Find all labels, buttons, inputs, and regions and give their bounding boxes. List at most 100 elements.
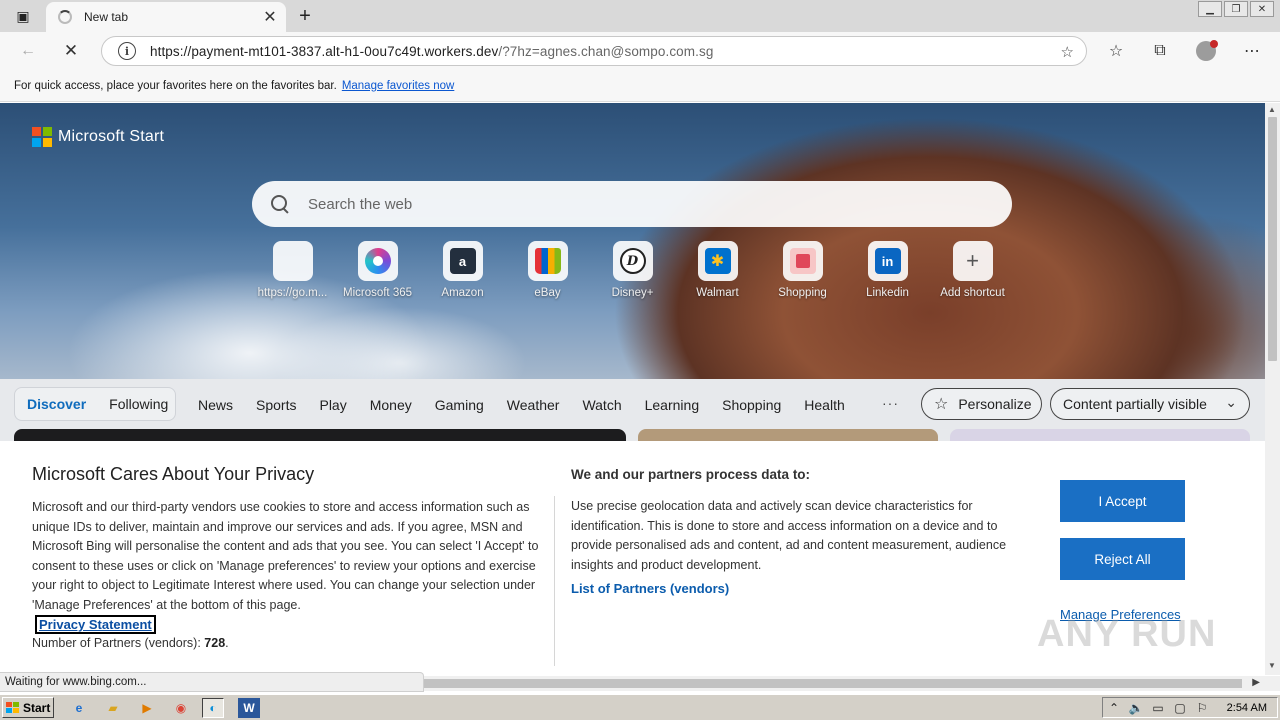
tab-actions-icon[interactable]: ▣ xyxy=(10,4,36,28)
restore-button[interactable]: ❐ xyxy=(1224,1,1248,17)
shortcut-add[interactable]: + Add shortcut xyxy=(930,241,1015,299)
shortcut-disney[interactable]: D Disney+ xyxy=(590,241,675,299)
scroll-thumb[interactable] xyxy=(1268,117,1277,361)
category-health[interactable]: Health xyxy=(804,397,844,413)
edge-icon[interactable]: ◐ xyxy=(202,698,224,718)
tab-title: New tab xyxy=(84,10,129,24)
back-arrow-icon[interactable]: ← xyxy=(14,38,42,64)
file-explorer-icon[interactable]: ▰ xyxy=(102,698,124,718)
privacy-statement-link[interactable]: Privacy Statement xyxy=(34,614,157,635)
favorites-prompt: For quick access, place your favorites h… xyxy=(14,79,337,92)
microsoft-icon xyxy=(272,241,313,281)
linkedin-icon: in xyxy=(867,241,908,281)
collections-icon[interactable]: ⧉ xyxy=(1146,38,1174,64)
brand-name: Microsoft Start xyxy=(58,128,165,145)
shortcut-go-microsoft[interactable]: https://go.m... xyxy=(250,241,335,299)
search-placeholder: Search the web xyxy=(308,195,413,213)
display-icon[interactable]: ▢ xyxy=(1169,701,1191,715)
windows-flag-icon xyxy=(6,701,20,714)
scroll-up-icon[interactable]: ▲ xyxy=(1268,105,1276,114)
new-tab-button[interactable]: + xyxy=(292,4,318,28)
internet-explorer-icon[interactable]: e xyxy=(68,698,90,718)
clock[interactable]: 2:54 AM xyxy=(1227,702,1267,714)
more-categories-icon[interactable]: ··· xyxy=(882,395,899,411)
search-icon xyxy=(270,194,290,214)
tray-expand-icon[interactable]: ⌃ xyxy=(1103,701,1125,715)
chevron-down-icon: ⌄ xyxy=(1225,394,1237,410)
category-gaming[interactable]: Gaming xyxy=(435,397,484,413)
stop-loading-icon[interactable]: ✕ xyxy=(57,38,85,64)
horizontal-scroll-thumb[interactable] xyxy=(424,679,1242,688)
minimize-button[interactable]: ▁ xyxy=(1198,1,1222,17)
tab-new-tab[interactable]: New tab ✕ xyxy=(46,2,286,32)
profile-avatar[interactable] xyxy=(1196,40,1218,61)
url-text[interactable]: https://payment-mt101-3837.alt-h1-0ou7c4… xyxy=(150,44,713,59)
close-window-button[interactable]: ✕ xyxy=(1250,1,1274,17)
microsoft-start-logo[interactable]: Microsoft Start xyxy=(32,127,164,147)
category-bar: Discover Following News Sports Play Mone… xyxy=(0,379,1265,429)
process-body: Use precise geolocation data and activel… xyxy=(571,499,1007,572)
network-icon[interactable]: ▭ xyxy=(1147,701,1169,715)
navigation-bar: ← ✕ i https://payment-mt101-3837.alt-h1-… xyxy=(0,32,1280,70)
manage-favorites-link[interactable]: Manage favorites now xyxy=(342,80,455,92)
shortcut-shopping[interactable]: Shopping xyxy=(760,241,845,299)
add-favorite-icon[interactable]: ☆ xyxy=(1061,43,1074,61)
horizontal-scrollbar[interactable]: ▶ xyxy=(424,676,1280,691)
volume-icon[interactable]: 🔈 xyxy=(1125,701,1147,715)
privacy-body: Microsoft and our third-party vendors us… xyxy=(32,500,539,612)
address-bar[interactable]: i https://payment-mt101-3837.alt-h1-0ou7… xyxy=(101,36,1087,66)
category-shopping[interactable]: Shopping xyxy=(722,397,781,413)
category-watch[interactable]: Watch xyxy=(582,397,621,413)
privacy-consent-dialog: Microsoft Cares About Your Privacy Micro… xyxy=(0,441,1265,675)
category-news[interactable]: News xyxy=(198,397,233,413)
category-sports[interactable]: Sports xyxy=(256,397,296,413)
dialog-divider xyxy=(554,496,555,666)
loading-spinner-icon xyxy=(58,10,72,24)
action-center-flag-icon[interactable]: ⚐ xyxy=(1191,701,1213,715)
scroll-down-icon[interactable]: ▼ xyxy=(1268,661,1276,670)
title-bar: ▣ New tab ✕ + ▁ ❐ ✕ xyxy=(0,0,1280,32)
disney-icon: D xyxy=(612,241,653,281)
anyrun-watermark: ANY RUN xyxy=(1037,613,1217,655)
chrome-icon[interactable]: ◉ xyxy=(170,698,192,718)
word-icon[interactable]: W xyxy=(238,698,260,718)
tab-discover[interactable]: Discover xyxy=(27,396,86,412)
personalize-button[interactable]: ☆ Personalize xyxy=(921,388,1042,420)
category-learning[interactable]: Learning xyxy=(645,397,700,413)
shortcut-amazon[interactable]: a Amazon xyxy=(420,241,505,299)
microsoft-logo-icon xyxy=(32,127,52,147)
more-menu-icon[interactable]: ⋯ xyxy=(1238,38,1266,64)
vendors-list-link[interactable]: List of Partners (vendors) xyxy=(571,581,729,596)
vertical-scrollbar[interactable]: ▲ ▼ xyxy=(1265,103,1280,675)
category-money[interactable]: Money xyxy=(370,397,412,413)
process-heading: We and our partners process data to: xyxy=(571,467,811,482)
tab-following[interactable]: Following xyxy=(109,396,168,412)
shortcut-tiles: https://go.m... Microsoft 365 a Amazon e… xyxy=(250,241,1015,299)
start-button[interactable]: Start xyxy=(2,697,54,718)
category-weather[interactable]: Weather xyxy=(507,397,560,413)
system-tray: ⌃ 🔈 ▭ ▢ ⚐ 2:54 AM xyxy=(1102,697,1278,718)
shortcut-microsoft-365[interactable]: Microsoft 365 xyxy=(335,241,420,299)
site-info-icon[interactable]: i xyxy=(118,42,136,60)
close-tab-icon[interactable]: ✕ xyxy=(260,7,280,27)
media-player-icon[interactable]: ▶ xyxy=(136,698,158,718)
ebay-icon xyxy=(527,241,568,281)
shortcut-ebay[interactable]: eBay xyxy=(505,241,590,299)
taskbar: Start e ▰ ▶ ◉ ◐ W ⌃ 🔈 ▭ ▢ ⚐ 2:54 AM xyxy=(0,694,1280,720)
privacy-title: Microsoft Cares About Your Privacy xyxy=(32,464,315,484)
personalize-star-icon: ☆ xyxy=(934,396,949,413)
favorites-icon[interactable]: ☆ xyxy=(1102,38,1130,64)
plus-icon: + xyxy=(952,241,993,281)
content-visibility-dropdown[interactable]: Content partially visible ⌄ xyxy=(1050,388,1250,420)
shortcut-walmart[interactable]: ✱ Walmart xyxy=(675,241,760,299)
reject-all-button[interactable]: Reject All xyxy=(1060,538,1185,580)
feed-tabs: Discover Following xyxy=(14,387,176,421)
window-controls: ▁ ❐ ✕ xyxy=(1198,1,1274,17)
category-play[interactable]: Play xyxy=(319,397,346,413)
web-search-box[interactable]: Search the web xyxy=(252,181,1012,227)
shortcut-linkedin[interactable]: in Linkedin xyxy=(845,241,930,299)
amazon-icon: a xyxy=(442,241,483,281)
shopping-bag-icon xyxy=(782,241,823,281)
accept-button[interactable]: I Accept xyxy=(1060,480,1185,522)
scroll-right-icon[interactable]: ▶ xyxy=(1252,677,1260,688)
